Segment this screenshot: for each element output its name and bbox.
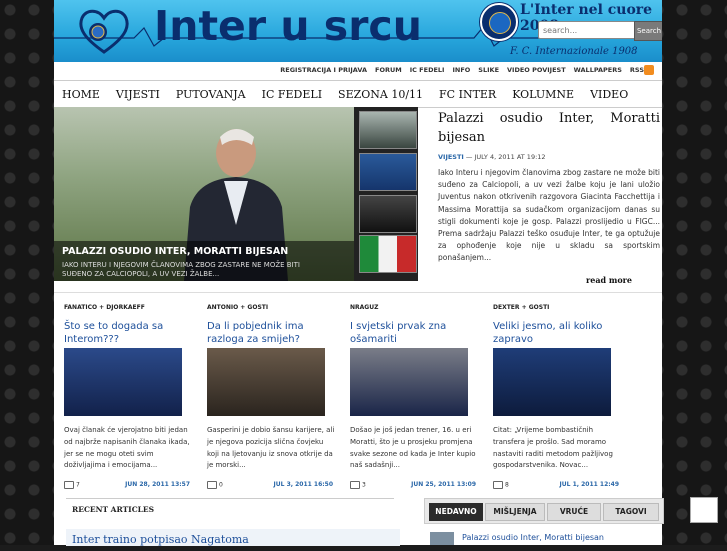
comment-count[interactable]: 0: [219, 482, 223, 489]
main-article-meta: VIJESTI — JULY 4, 2011 AT 19:12: [438, 153, 660, 161]
column-footer: 8 JUL 1, 2011 12:49: [493, 481, 619, 489]
column-excerpt: Došao je još jedan trener, 16. u eri Mor…: [350, 426, 476, 470]
column-excerpt: Citat: „Vrijeme bombastičnih transfera j…: [493, 426, 613, 470]
thumbnail-3[interactable]: [359, 195, 417, 233]
column-footer: 0 JUL 3, 2011 16:50: [207, 481, 333, 489]
comment-icon: [350, 481, 360, 489]
column-card: FANATICO + DJORKAEFF Što se to dogada sa…: [64, 293, 204, 495]
column-author: NRAGUZ: [350, 304, 379, 311]
column-date: JUL 1, 2011 12:49: [559, 481, 619, 488]
comment-icon: [493, 481, 503, 489]
column-image[interactable]: [350, 348, 468, 416]
tab-nedavno[interactable]: NEDAVNO: [429, 503, 483, 521]
top-link-register[interactable]: REGISTRACIJA I PRIJAVA: [280, 66, 367, 74]
column-date: JUN 25, 2011 13:09: [411, 481, 476, 488]
column-image[interactable]: [207, 348, 325, 416]
site-header: Inter u srcu L'Inter nel cuore 2008 Sear…: [54, 0, 662, 62]
tab-item-thumbnail: [430, 532, 454, 545]
comment-count[interactable]: 8: [505, 482, 509, 489]
top-link-forum[interactable]: FORUM: [375, 66, 402, 74]
column-excerpt: Gasperini je dobio šansu karijere, ali j…: [207, 426, 335, 470]
top-link-wallpapers[interactable]: WALLPAPERS: [574, 66, 622, 74]
search-input[interactable]: [538, 21, 640, 39]
comment-count[interactable]: 7: [76, 482, 80, 489]
established-text: F. C. Internazionale 1908: [510, 46, 638, 57]
nav-vijesti[interactable]: VIJESTI: [108, 88, 168, 101]
main-article: Palazzi osudio Inter, Moratti bijesan VI…: [438, 107, 660, 265]
sidebar-tabs: NEDAVNO MIŠLJENJA VRUĆE TAGOVI: [424, 498, 664, 524]
thumbnail-1[interactable]: [359, 111, 417, 149]
nav-sezona[interactable]: SEZONA 10/11: [330, 88, 431, 101]
featured-subtitle: IAKO INTERU I NJEGOVIM ČLANOVIMA ZBOG ZA…: [62, 261, 300, 278]
main-article-category[interactable]: VIJESTI: [438, 153, 464, 161]
main-article-date: — JULY 4, 2011 AT 19:12: [465, 153, 546, 161]
site-title[interactable]: Inter u srcu: [154, 2, 422, 50]
nav-fc-inter[interactable]: FC INTER: [431, 88, 504, 101]
tab-list-item[interactable]: Palazzi osudio Inter, Moratti bijesan: [424, 530, 662, 545]
nav-ic-fedeli[interactable]: IC FEDELI: [254, 88, 330, 101]
top-link-ic-fedeli[interactable]: IC FEDELI: [410, 66, 445, 74]
column-title[interactable]: Što se to dogada sa Interom???: [64, 321, 184, 346]
column-footer: 7 JUN 28, 2011 13:57: [64, 481, 190, 489]
top-link-slike[interactable]: SLIKE: [478, 66, 499, 74]
column-author: DEXTER + GOSTI: [493, 304, 550, 311]
column-title[interactable]: Da li pobjednik ima razloga za smijeh?: [207, 321, 327, 346]
featured-thumbnails: [354, 107, 418, 281]
top-link-info[interactable]: INFO: [452, 66, 470, 74]
recent-articles-box: RECENT ARTICLES Inter traino potpisao Na…: [66, 498, 400, 546]
thumbnail-2[interactable]: [359, 153, 417, 191]
column-date: JUL 3, 2011 16:50: [273, 481, 333, 488]
recent-article-link[interactable]: Inter traino potpisao Nagatoma: [66, 529, 400, 546]
read-more-link[interactable]: read more: [586, 275, 632, 285]
recent-articles-heading: RECENT ARTICLES: [72, 505, 155, 514]
comment-count[interactable]: 3: [362, 482, 366, 489]
tab-tagovi[interactable]: TAGOVI: [603, 503, 659, 521]
column-title[interactable]: Veliki jesmo, ali koliko zapravo: [493, 321, 623, 346]
columns-section: FANATICO + DJORKAEFF Što se to dogada sa…: [54, 292, 662, 495]
nav-home[interactable]: HOME: [54, 88, 108, 101]
column-author: ANTONIO + GOSTI: [207, 304, 269, 311]
search-button[interactable]: Search: [634, 21, 662, 41]
main-article-body: Iako Interu i njegovim članovima zbog za…: [438, 168, 660, 263]
tab-item-title[interactable]: Palazzi osudio Inter, Moratti bijesan: [462, 533, 604, 542]
thumbnail-4[interactable]: [359, 235, 417, 273]
column-excerpt: Ovaj članak će vjerojatno biti jedan od …: [64, 426, 190, 470]
column-card: NRAGUZ I svjetski prvak zna ošamariti Do…: [350, 293, 490, 495]
column-image[interactable]: [64, 348, 182, 416]
top-link-video-povijest[interactable]: VIDEO POVIJEST: [507, 66, 566, 74]
column-date: JUN 28, 2011 13:57: [125, 481, 190, 488]
tab-vruce[interactable]: VRUĆE: [547, 503, 601, 521]
top-links-bar: REGISTRACIJA I PRIJAVA FORUM IC FEDELI I…: [272, 66, 644, 74]
rss-icon[interactable]: [644, 65, 654, 75]
comment-icon: [207, 481, 217, 489]
page-container: Inter u srcu L'Inter nel cuore 2008 Sear…: [54, 0, 664, 546]
top-link-rss[interactable]: RSS: [630, 66, 644, 74]
column-image[interactable]: [493, 348, 611, 416]
inter-crest-icon: [480, 3, 518, 41]
nav-kolumne[interactable]: KOLUMNE: [504, 88, 582, 101]
column-card: DEXTER + GOSTI Veliki jesmo, ali koliko …: [493, 293, 633, 495]
nav-video[interactable]: VIDEO: [582, 88, 636, 101]
featured-slide[interactable]: PALAZZI OSUDIO INTER, MORATTI BIJESAN IA…: [54, 107, 354, 281]
comment-icon: [64, 481, 74, 489]
column-card: ANTONIO + GOSTI Da li pobjednik ima razl…: [207, 293, 347, 495]
column-footer: 3 JUN 25, 2011 13:09: [350, 481, 476, 489]
column-author: FANATICO + DJORKAEFF: [64, 304, 145, 311]
main-navigation: HOME VIJESTI PUTOVANJA IC FEDELI SEZONA …: [54, 80, 662, 108]
main-article-title[interactable]: Palazzi osudio Inter, Moratti bijesan: [438, 109, 660, 147]
nav-putovanja[interactable]: PUTOVANJA: [168, 88, 254, 101]
featured-title[interactable]: PALAZZI OSUDIO INTER, MORATTI BIJESAN: [62, 246, 288, 257]
floating-widget[interactable]: [690, 497, 718, 523]
tab-misljenja[interactable]: MIŠLJENJA: [485, 503, 545, 521]
column-title[interactable]: I svjetski prvak zna ošamariti: [350, 321, 470, 346]
heart-logo-icon[interactable]: [76, 6, 132, 56]
